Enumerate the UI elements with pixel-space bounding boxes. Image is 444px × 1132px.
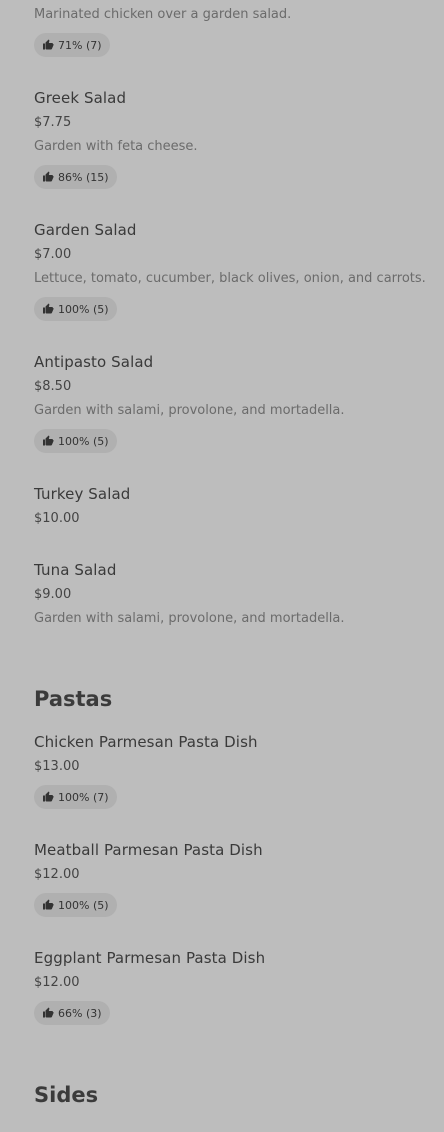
item-price: $10.00 — [34, 511, 80, 526]
menu-item[interactable]: Chicken Parmesan Pasta Dish $13.00 100% … — [34, 732, 444, 812]
thumbs-up-icon — [42, 171, 54, 183]
item-price: $12.00 — [34, 975, 80, 990]
item-price: $13.00 — [34, 759, 80, 774]
rating-text: 100% (7) — [58, 790, 109, 804]
item-name: Garden Salad — [34, 221, 137, 239]
item-description: Marinated chicken over a garden salad. — [34, 7, 292, 22]
item-name: Greek Salad — [34, 89, 127, 107]
section-title-pastas: Pastas — [34, 687, 113, 711]
thumbs-up-icon — [42, 435, 54, 447]
section-title-sides: Sides — [34, 1083, 99, 1107]
menu-item[interactable]: Turkey Salad $10.00 — [34, 484, 444, 534]
menu-item[interactable]: Eggplant Parmesan Pasta Dish $12.00 66% … — [34, 948, 444, 1028]
rating-text: 86% (15) — [58, 170, 109, 184]
thumbs-up-icon — [42, 899, 54, 911]
menu-item[interactable]: Meatball Parmesan Pasta Dish $12.00 100%… — [34, 840, 444, 920]
rating-badge: 100% (5) — [34, 893, 117, 917]
thumbs-up-icon — [42, 791, 54, 803]
rating-badge: 66% (3) — [34, 1001, 110, 1025]
item-price: $7.00 — [34, 247, 72, 262]
rating-badge: 100% (5) — [34, 297, 117, 321]
menu-item[interactable]: Greek Salad $7.75 Garden with feta chees… — [34, 88, 444, 192]
rating-text: 100% (5) — [58, 434, 109, 448]
item-name: Antipasto Salad — [34, 353, 154, 371]
item-name: Meatball Parmesan Pasta Dish — [34, 841, 263, 859]
item-name: Chicken Parmesan Pasta Dish — [34, 733, 258, 751]
item-price: $7.75 — [34, 115, 72, 130]
menu-item-partial[interactable]: Marinated chicken over a garden salad. 7… — [34, 0, 444, 60]
item-price: $8.50 — [34, 379, 72, 394]
item-price: $12.00 — [34, 867, 80, 882]
item-description: Garden with feta cheese. — [34, 139, 198, 154]
item-price: $9.00 — [34, 587, 72, 602]
item-description: Lettuce, tomato, cucumber, black olives,… — [34, 271, 426, 286]
rating-text: 71% (7) — [58, 38, 102, 52]
item-description: Garden with salami, provolone, and morta… — [34, 611, 345, 626]
item-description: Garden with salami, provolone, and morta… — [34, 403, 345, 418]
rating-text: 100% (5) — [58, 898, 109, 912]
rating-badge: 86% (15) — [34, 165, 117, 189]
menu-item[interactable]: Antipasto Salad $8.50 Garden with salami… — [34, 352, 444, 456]
rating-text: 100% (5) — [58, 302, 109, 316]
item-name: Turkey Salad — [34, 485, 131, 503]
rating-badge: 100% (5) — [34, 429, 117, 453]
thumbs-up-icon — [42, 1007, 54, 1019]
rating-text: 66% (3) — [58, 1006, 102, 1020]
rating-badge: 71% (7) — [34, 33, 110, 57]
item-name: Eggplant Parmesan Pasta Dish — [34, 949, 266, 967]
rating-badge: 100% (7) — [34, 785, 117, 809]
menu-item[interactable]: Garden Salad $7.00 Lettuce, tomato, cucu… — [34, 220, 444, 324]
thumbs-up-icon — [42, 39, 54, 51]
thumbs-up-icon — [42, 303, 54, 315]
menu-item[interactable]: Tuna Salad $9.00 Garden with salami, pro… — [34, 560, 444, 632]
item-name: Tuna Salad — [34, 561, 117, 579]
